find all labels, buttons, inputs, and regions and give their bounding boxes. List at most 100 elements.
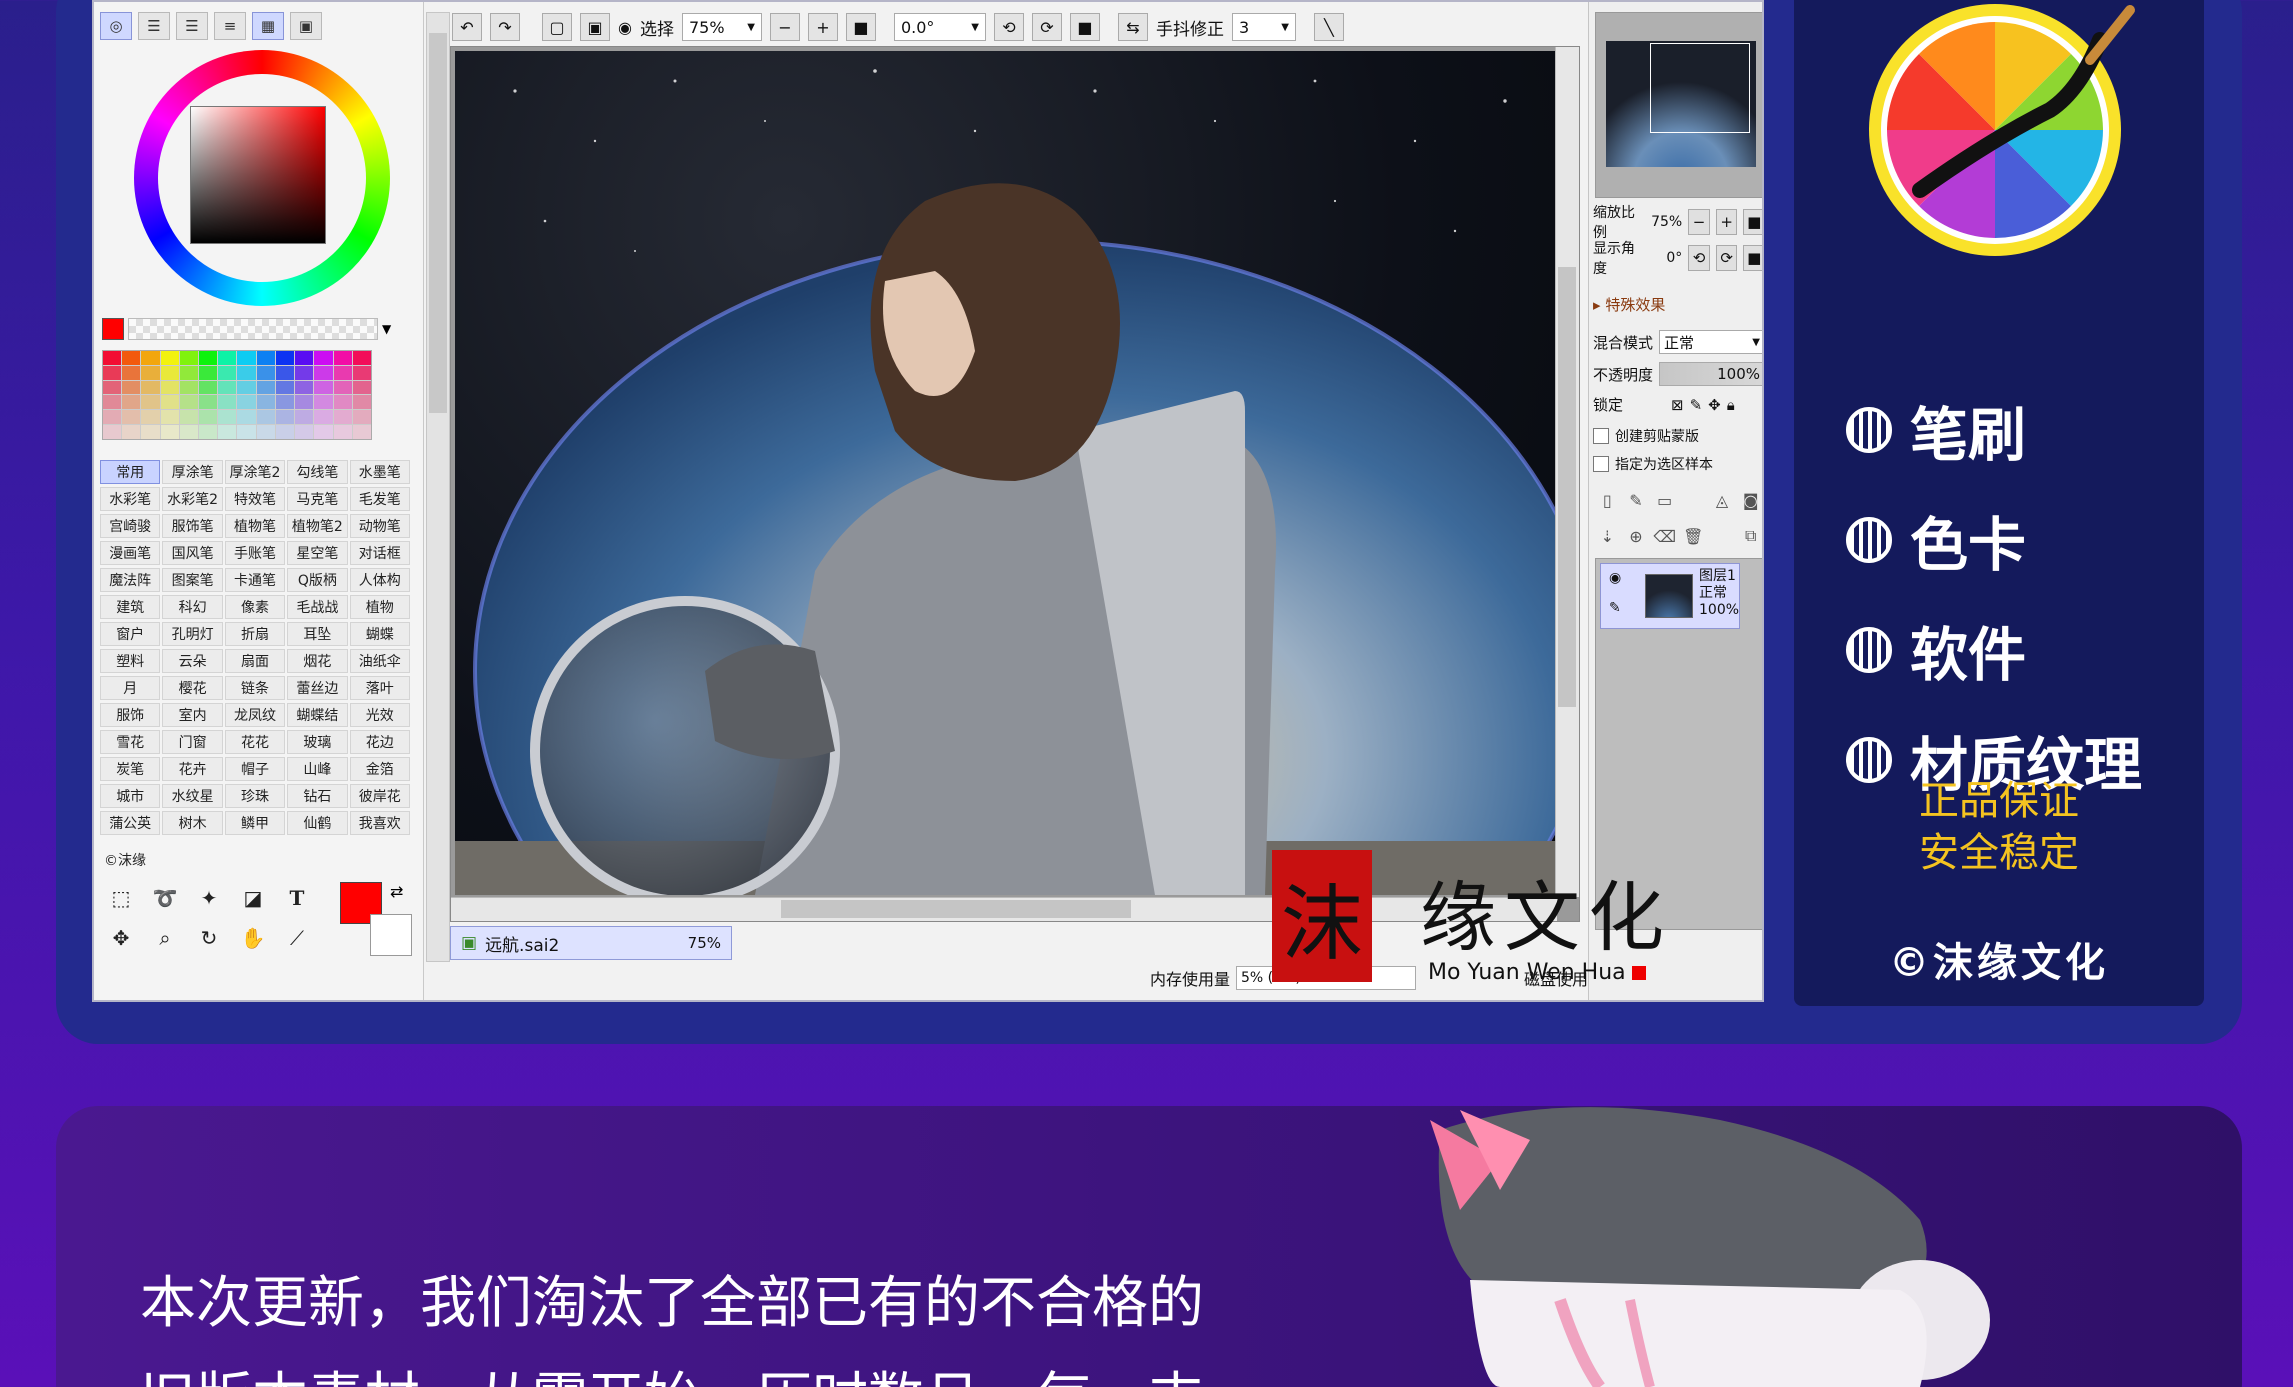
brush-preset[interactable]: 蝴蝶 — [349, 622, 410, 646]
eye-icon[interactable]: ◉ — [618, 18, 632, 37]
brush-preset[interactable]: 月 — [100, 676, 161, 700]
brush-preset[interactable]: 毛发笔 — [349, 487, 410, 511]
color-swatch[interactable] — [256, 351, 275, 365]
nav-zoom-reset-icon[interactable]: ■ — [1743, 209, 1762, 235]
color-swatch[interactable] — [141, 365, 160, 380]
color-swatch[interactable] — [237, 365, 256, 380]
color-swatch[interactable] — [237, 395, 256, 410]
brush-preset[interactable]: 厚涂笔 — [162, 460, 223, 484]
color-swatch[interactable] — [275, 365, 295, 380]
color-swatch[interactable] — [295, 365, 314, 380]
brush-preset[interactable]: 彼岸花 — [349, 784, 410, 808]
color-swatch[interactable] — [122, 365, 141, 380]
zoom-reset-icon[interactable]: ■ — [845, 13, 876, 41]
brush-preset[interactable]: 帽子 — [224, 757, 286, 781]
color-swatch[interactable] — [199, 380, 218, 395]
brush-preset[interactable]: 动物笔 — [349, 514, 410, 538]
layer-item[interactable]: ◉ ✎ 图层1 正常 100% — [1600, 563, 1740, 629]
brush-preset[interactable]: 水彩笔2 — [162, 487, 223, 511]
brush-preset[interactable]: 雪花 — [100, 730, 161, 754]
brush-preset[interactable]: 特效笔 — [224, 487, 286, 511]
color-swatch[interactable] — [275, 351, 295, 365]
hand-icon[interactable]: ✋ — [236, 922, 270, 954]
brush-preset[interactable]: 人体构 — [349, 568, 410, 592]
zoom-select[interactable]: 75% ▼ — [681, 13, 762, 41]
brush-preset[interactable]: 蕾丝边 — [287, 676, 348, 700]
color-swatch[interactable] — [352, 365, 371, 380]
color-swatch[interactable] — [275, 380, 295, 395]
color-swatch[interactable] — [122, 395, 141, 410]
color-swatch[interactable] — [256, 425, 275, 439]
clear-layer-icon[interactable]: ⌫ — [1652, 522, 1677, 550]
brush-preset[interactable]: 花卉 — [162, 757, 223, 781]
brush-preset[interactable]: 建筑 — [100, 595, 161, 619]
brush-preset[interactable]: 油纸伞 — [349, 649, 410, 673]
color-swatch[interactable] — [218, 395, 237, 410]
color-swatch[interactable] — [141, 351, 160, 365]
color-swatch[interactable] — [103, 380, 122, 395]
canvas-vertical-scrollbar[interactable] — [1555, 47, 1579, 897]
color-swatch[interactable] — [237, 410, 256, 425]
magic-wand-icon[interactable]: ✦ — [192, 882, 226, 914]
brush-preset[interactable]: 服饰 — [100, 703, 161, 727]
navigator[interactable] — [1595, 12, 1762, 198]
saturation-value-square[interactable] — [190, 106, 326, 244]
straight-line-icon[interactable]: ╲ — [1313, 13, 1344, 41]
color-swatch[interactable] — [295, 410, 314, 425]
artwork-canvas[interactable] — [455, 51, 1557, 895]
checkbox-icon[interactable] — [1593, 456, 1609, 472]
hsv-slider-tab-icon[interactable]: ☰ — [176, 12, 208, 40]
color-swatch[interactable] — [218, 365, 237, 380]
color-swatch[interactable] — [275, 425, 295, 439]
color-swatch[interactable] — [122, 380, 141, 395]
scrollbar-thumb[interactable] — [781, 900, 1131, 918]
color-swatch[interactable] — [103, 365, 122, 380]
brush-preset[interactable]: Q版柄 — [287, 568, 348, 592]
color-swatch[interactable] — [160, 351, 179, 365]
brush-preset[interactable]: 水纹星 — [162, 784, 223, 808]
pen-icon[interactable]: ✎ — [1609, 600, 1621, 616]
color-swatch[interactable] — [333, 395, 352, 410]
color-swatch[interactable] — [275, 395, 295, 410]
left-panel-scrollbar[interactable] — [426, 12, 450, 962]
color-wheel-tab-icon[interactable]: ◎ — [100, 12, 132, 40]
color-swatch[interactable] — [103, 425, 122, 439]
nav-zoom-in-icon[interactable]: + — [1715, 209, 1738, 235]
color-swatch[interactable] — [218, 410, 237, 425]
merge-down-icon[interactable]: ⊕ — [1624, 522, 1649, 550]
brush-preset[interactable]: 玻璃 — [287, 730, 348, 754]
color-swatch[interactable] — [314, 395, 333, 410]
chevron-down-icon[interactable]: ▼ — [382, 322, 391, 336]
brush-preset[interactable]: 樱花 — [162, 676, 223, 700]
new-pen-layer-icon[interactable]: ✎ — [1624, 486, 1649, 514]
color-swatch-grid[interactable] — [102, 350, 372, 440]
brush-preset[interactable]: 光效 — [349, 703, 410, 727]
invert-select-icon[interactable]: ▣ — [580, 13, 610, 41]
new-folder-icon[interactable]: ▭ — [1652, 486, 1677, 514]
rotate-left-icon[interactable]: ⟲ — [993, 13, 1024, 41]
layer-mode-icon[interactable]: ◬ — [1710, 486, 1735, 514]
document-tab[interactable]: ▣ 远航.sai2 75% — [450, 926, 732, 960]
brush-preset[interactable]: 落叶 — [349, 676, 410, 700]
brush-preset[interactable]: 鳞甲 — [224, 811, 286, 835]
nav-rotate-left-icon[interactable]: ⟲ — [1688, 245, 1710, 271]
color-swatch[interactable] — [218, 380, 237, 395]
color-swatch[interactable] — [122, 425, 141, 439]
brush-preset[interactable]: 花边 — [349, 730, 410, 754]
brush-preset[interactable]: 植物 — [349, 595, 410, 619]
brush-preset[interactable]: 魔法阵 — [100, 568, 161, 592]
opacity-slider[interactable]: 100% — [1659, 362, 1762, 386]
brush-preset[interactable]: 勾线笔 — [287, 460, 348, 484]
brush-preset[interactable]: 水墨笔 — [349, 460, 410, 484]
brush-preset[interactable]: 金箔 — [349, 757, 410, 781]
color-swatch[interactable] — [160, 425, 179, 439]
brush-preset[interactable]: 植物笔 — [224, 514, 286, 538]
color-swatch[interactable] — [256, 395, 275, 410]
color-swatch[interactable] — [160, 410, 179, 425]
nav-rotate-right-icon[interactable]: ⟳ — [1715, 245, 1738, 271]
brush-preset[interactable]: 云朵 — [162, 649, 223, 673]
brush-preset[interactable]: 对话框 — [349, 541, 410, 565]
brush-preset[interactable]: 山峰 — [287, 757, 348, 781]
flip-icon[interactable]: ⇆ — [1117, 13, 1148, 41]
scrollbar-thumb[interactable] — [429, 33, 447, 413]
